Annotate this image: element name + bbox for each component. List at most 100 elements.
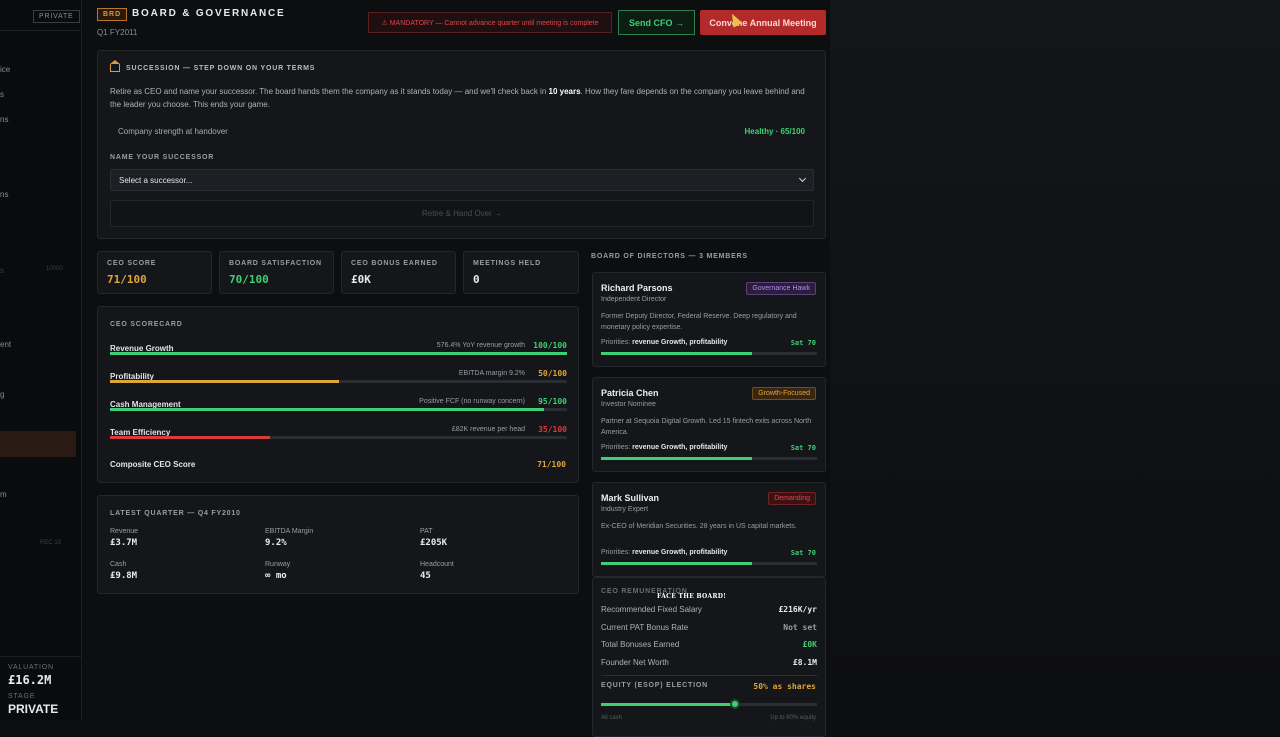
company-strength-value: Healthy · 65/100 [744, 127, 805, 136]
director-priorities: Priorities: revenue Growth, profitabilit… [601, 339, 728, 346]
latest-quarter-panel: LATEST QUARTER — Q4 FY2010 Revenue £3.7M … [97, 495, 579, 594]
score-value: 95/100 [538, 397, 567, 406]
scorecard-title: CEO SCORECARD [110, 321, 183, 328]
board-title: BOARD OF DIRECTORS — 3 MEMBERS [591, 253, 748, 260]
equity-slider-handle[interactable] [729, 699, 740, 709]
score-bar [110, 380, 567, 383]
satisfaction-bar [601, 352, 817, 355]
sidebar-item-meta: 10000 [46, 266, 63, 272]
director-card-richard-parsons[interactable]: Richard Parsons Independent Director Gov… [592, 272, 826, 367]
sidebar-item-fragment[interactable]: ns [0, 115, 8, 124]
retire-button[interactable]: Retire & Hand Over → [110, 200, 814, 227]
director-priorities: Priorities: revenue Growth, profitabilit… [601, 444, 728, 451]
remuneration-row: Total Bonuses Earned £0K [601, 640, 817, 649]
stage-badge: PRIVATE [33, 10, 80, 23]
stage-label: STAGE [8, 693, 36, 700]
director-name: Mark Sullivan [601, 493, 660, 503]
director-role: Industry Expert [601, 506, 649, 513]
director-bio: Former Deputy Director, Federal Reserve.… [601, 313, 797, 331]
score-bar [110, 436, 567, 439]
succession-heading: SUCCESSION — STEP DOWN ON YOUR TERMS [126, 64, 316, 72]
company-strength-label: Company strength at handover [118, 127, 228, 136]
director-satisfaction: Sat 70 [790, 339, 816, 347]
metric-revenue: Revenue £3.7M [110, 528, 139, 548]
sidebar-item-fragment[interactable]: s [0, 90, 4, 99]
score-note: 576.4% YoY revenue growth [436, 342, 525, 349]
remuneration-overlay: FACE THE BOARD! [657, 593, 727, 600]
background-ambient [830, 0, 1280, 720]
score-row-profitability: Profitability EBITDA margin 9.2% 50/100 [110, 369, 567, 383]
sidebar-item-fragment[interactable]: ns [0, 190, 8, 199]
director-card-mark-sullivan[interactable]: Mark Sullivan Industry Expert Demanding … [592, 482, 826, 577]
equity-slider[interactable] [601, 699, 817, 709]
score-bar [110, 352, 567, 355]
score-row-revenue-growth: Revenue Growth 576.4% YoY revenue growth… [110, 341, 567, 355]
satisfaction-bar [601, 457, 817, 460]
equity-election-label: EQUITY (ESOP) ELECTION [601, 682, 708, 689]
stat-card-ceo-score: CEO SCORE 71/100 [97, 251, 212, 294]
valuation-label: VALUATION [8, 664, 54, 671]
score-value: 35/100 [538, 425, 567, 434]
send-cfo-button[interactable]: Send CFO → [618, 10, 695, 35]
metric-pat: PAT £205K [420, 528, 448, 548]
succession-panel: SUCCESSION — STEP DOWN ON YOUR TERMS Ret… [97, 50, 826, 239]
director-bio: Partner at Sequoia Digital Growth. Led 1… [601, 418, 812, 436]
sidebar-item-fragment[interactable]: ice [0, 65, 10, 74]
metric-runway: Runway ∞ mo [265, 561, 291, 581]
convene-meeting-button[interactable]: Convene Annual Meeting [700, 10, 826, 35]
remuneration-row: Founder Net Worth £8.1M [601, 658, 817, 667]
successor-select-value: Select a successor... [119, 175, 193, 185]
ceo-remuneration-panel: CEO REMUNERATION FACE THE BOARD! Recomme… [592, 577, 826, 737]
sidebar-item-fragment[interactable]: ent [0, 340, 11, 349]
stat-value: 71/100 [107, 273, 147, 286]
remuneration-row: Current PAT Bonus Rate Not set [601, 623, 817, 632]
divider [601, 675, 817, 676]
latest-quarter-title: LATEST QUARTER — Q4 FY2010 [110, 510, 241, 517]
sidebar: PRIVATE ice s ns ns s 10000 ent g m REC … [0, 0, 82, 720]
score-value: 50/100 [538, 369, 567, 378]
sidebar-item-fragment[interactable]: m [0, 490, 7, 499]
slider-min-label: All cash [601, 715, 623, 721]
stat-label: CEO BONUS EARNED [351, 260, 438, 267]
score-row-cash-management: Cash Management Positive FCF (no runway … [110, 397, 567, 411]
director-card-patricia-chen[interactable]: Patricia Chen Investor Nominee Growth-Fo… [592, 377, 826, 472]
slider-max-label: Up to 80% equity [770, 715, 816, 721]
valuation-value: £16.2M [8, 673, 52, 687]
metric-cash: Cash £9.8M [110, 561, 138, 581]
chevron-down-icon [798, 174, 807, 183]
sidebar-item-meta: REC 18 [40, 540, 62, 546]
score-value: 100/100 [533, 341, 567, 350]
stat-value: £0K [351, 273, 371, 286]
stat-label: CEO SCORE [107, 260, 157, 267]
stat-card-board-satisfaction: BOARD SATISFACTION 70/100 [219, 251, 334, 294]
score-row-team-efficiency: Team Efficiency £82K revenue per head 35… [110, 425, 567, 439]
director-tag: Governance Hawk [746, 282, 816, 295]
director-role: Investor Nominee [601, 401, 656, 408]
composite-score-value: 71/100 [537, 460, 566, 469]
director-name: Richard Parsons [601, 283, 673, 293]
equity-election-value: 50% as shares [753, 682, 816, 691]
stat-value: 70/100 [229, 273, 269, 286]
score-bar [110, 408, 567, 411]
score-note: EBITDA margin 9.2% [458, 370, 525, 377]
sidebar-item-active[interactable] [0, 431, 76, 457]
director-tag: Growth-Focused [752, 387, 816, 400]
stage-value: PRIVATE [8, 702, 59, 716]
stat-card-meetings-held: MEETINGS HELD 0 [463, 251, 579, 294]
director-tag: Demanding [768, 492, 816, 505]
succession-description: Retire as CEO and name your successor. T… [110, 87, 805, 109]
stat-value: 0 [473, 273, 480, 286]
director-name: Patricia Chen [601, 388, 659, 398]
director-priorities: Priorities: revenue Growth, profitabilit… [601, 549, 728, 556]
sidebar-item-fragment[interactable]: s [0, 266, 4, 275]
director-role: Independent Director [601, 296, 667, 303]
mandatory-notice: ⚠ MANDATORY — Cannot advance quarter unt… [368, 12, 612, 33]
page-subtitle: Q1 FY2011 [97, 28, 138, 37]
page-title: BOARD & GOVERNANCE [132, 8, 286, 19]
score-note: Positive FCF (no runway concern) [419, 398, 525, 405]
sidebar-item-fragment[interactable]: g [0, 390, 4, 399]
successor-select[interactable]: Select a successor... [110, 169, 814, 191]
metric-headcount: Headcount 45 [420, 561, 454, 581]
director-satisfaction: Sat 70 [790, 549, 816, 557]
section-tag: BRD [97, 8, 128, 21]
